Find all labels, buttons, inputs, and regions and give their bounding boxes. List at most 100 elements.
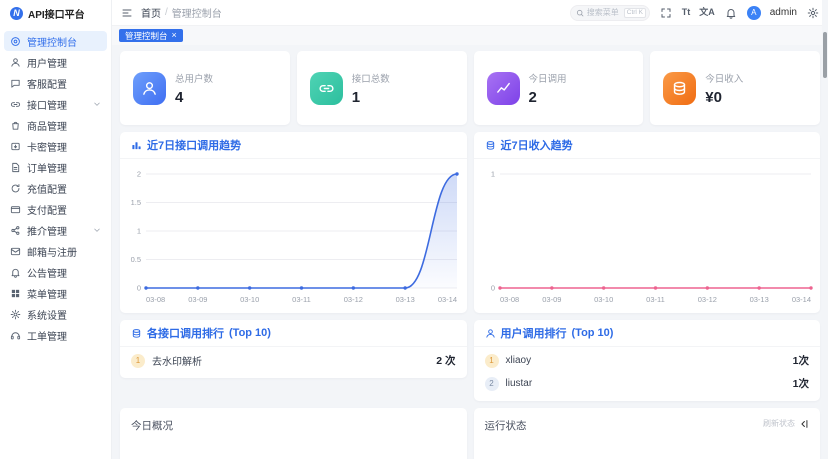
stat-label: 今日收入	[705, 71, 743, 85]
rank-name: 去水印解析	[152, 353, 202, 368]
stat-value: 4	[175, 89, 213, 106]
main-content: 总用户数4接口总数1今日调用2今日收入¥0 近7日接口调用趋势 00.511.5…	[112, 45, 828, 459]
grid-icon	[10, 288, 21, 299]
tab-label: 管理控制台	[125, 30, 168, 42]
svg-text:03-10: 03-10	[594, 295, 613, 304]
settings-gear-icon[interactable]	[806, 6, 820, 20]
svg-text:03-14: 03-14	[791, 295, 810, 304]
main-column: 首页 / 管理控制台 Ctrl K Tt 文A A admi	[112, 0, 828, 459]
sidebar-item-label: 菜单管理	[27, 286, 67, 301]
user-ranking-list: 1 xliaoy 1次2 liustar 1次	[474, 347, 821, 401]
rank-count: 2 次	[436, 353, 455, 368]
sidebar-item-1[interactable]: 用户管理	[4, 52, 107, 72]
stat-value: ¥0	[705, 89, 743, 106]
username[interactable]: admin	[770, 7, 797, 18]
sidebar-item-label: 系统设置	[27, 307, 67, 322]
rank-name: liustar	[506, 378, 533, 389]
svg-text:03-11: 03-11	[646, 295, 665, 304]
refresh-status-link[interactable]: 刷新状态	[763, 418, 795, 429]
calls-trend-card: 近7日接口调用趋势 00.511.5203-0803-0903-1003-110…	[120, 132, 467, 313]
bell-icon	[10, 267, 21, 278]
sidebar-item-label: 订单管理	[27, 160, 67, 175]
rankings-row: 各接口调用排行 (Top 10) 1去水印解析2 次 用户调用排行 (Top 1…	[120, 320, 820, 401]
svg-text:1: 1	[137, 227, 141, 236]
breadcrumb-current: 管理控制台	[172, 5, 222, 20]
rank-badge: 1	[131, 354, 145, 368]
sidebar-item-12[interactable]: 菜单管理	[4, 283, 107, 303]
pay-icon	[10, 204, 21, 215]
notification-bell-icon[interactable]	[724, 6, 738, 20]
chevron-down-icon	[93, 100, 101, 108]
svg-text:03-09: 03-09	[542, 295, 561, 304]
svg-text:03-08: 03-08	[146, 295, 165, 304]
sidebar-item-label: 用户管理	[27, 55, 67, 70]
fullscreen-icon[interactable]	[659, 6, 673, 20]
user-ranking-suffix: (Top 10)	[572, 327, 614, 339]
svg-text:03-13: 03-13	[749, 295, 768, 304]
translate-icon[interactable]: 文A	[699, 8, 715, 17]
app-title: API接口平台	[28, 6, 85, 21]
stat-label: 接口总数	[352, 71, 390, 85]
font-size-icon[interactable]: Tt	[682, 8, 691, 17]
sidebar-item-label: 公告管理	[27, 265, 67, 280]
sidebar-item-label: 支付配置	[27, 202, 67, 217]
sidebar-item-10[interactable]: 邮箱与注册	[4, 241, 107, 261]
sidebar-item-2[interactable]: 客服配置	[4, 73, 107, 93]
rank-badge: 2	[485, 377, 499, 391]
rank-count: 1次	[793, 376, 809, 391]
svg-text:0: 0	[137, 284, 141, 293]
app-window: N API接口平台 管理控制台用户管理客服配置接口管理商品管理卡密管理订单管理充…	[0, 0, 828, 459]
sidebar-item-11[interactable]: 公告管理	[4, 262, 107, 282]
chevron-down-icon	[93, 226, 101, 234]
calls-trend-title: 近7日接口调用趋势	[147, 137, 241, 153]
scrollbar[interactable]	[822, 0, 828, 459]
svg-text:03-09: 03-09	[188, 295, 207, 304]
breadcrumb-home[interactable]: 首页	[141, 5, 161, 20]
card-icon	[10, 141, 21, 152]
gear-icon	[10, 309, 21, 320]
sidebar: N API接口平台 管理控制台用户管理客服配置接口管理商品管理卡密管理订单管理充…	[0, 0, 112, 459]
stat-label: 今日调用	[529, 71, 567, 85]
tab-dashboard[interactable]: 管理控制台 ×	[119, 29, 183, 42]
logo-icon: N	[10, 7, 23, 20]
rank-row: 1 去水印解析 2 次	[131, 349, 456, 372]
app-logo[interactable]: N API接口平台	[0, 0, 111, 26]
recharge-icon	[10, 183, 21, 194]
dashboard-icon	[10, 36, 21, 47]
scrollbar-thumb[interactable]	[823, 32, 827, 78]
sidebar-item-6[interactable]: 订单管理	[4, 157, 107, 177]
stats-row: 总用户数4接口总数1今日调用2今日收入¥0	[120, 51, 820, 125]
sidebar-collapse-icon[interactable]	[120, 6, 134, 20]
svg-text:03-14: 03-14	[438, 295, 457, 304]
api-ranking-suffix: (Top 10)	[229, 327, 271, 339]
sidebar-item-14[interactable]: 工单管理	[4, 325, 107, 345]
breadcrumb: 首页 / 管理控制台	[141, 5, 222, 20]
sidebar-item-4[interactable]: 商品管理	[4, 115, 107, 135]
money-stat-icon	[663, 72, 696, 105]
sidebar-item-9[interactable]: 推介管理	[4, 220, 107, 240]
rank-row: 2 liustar 1次	[485, 372, 810, 395]
user-ranking-title: 用户调用排行	[501, 325, 567, 341]
api-ranking-card: 各接口调用排行 (Top 10) 1去水印解析2 次	[120, 320, 467, 378]
income-trend-card: 近7日收入趋势 0103-0803-0903-1003-1103-1203-13…	[474, 132, 821, 313]
sidebar-item-0[interactable]: 管理控制台	[4, 31, 107, 51]
sidebar-item-label: 卡密管理	[27, 139, 67, 154]
api-ranking-list: 1 去水印解析 2 次	[120, 347, 467, 378]
collapse-handle-icon[interactable]	[799, 419, 809, 429]
sidebar-item-3[interactable]: 接口管理	[4, 94, 107, 114]
sidebar-item-8[interactable]: 支付配置	[4, 199, 107, 219]
sidebar-item-5[interactable]: 卡密管理	[4, 136, 107, 156]
search-box[interactable]: Ctrl K	[570, 5, 650, 21]
avatar[interactable]: A	[747, 6, 761, 20]
svg-text:03-12: 03-12	[697, 295, 716, 304]
sidebar-item-13[interactable]: 系统设置	[4, 304, 107, 324]
stat-card-3: 今日收入 ¥0	[650, 51, 820, 125]
sidebar-item-7[interactable]: 充值配置	[4, 178, 107, 198]
sidebar-menu: 管理控制台用户管理客服配置接口管理商品管理卡密管理订单管理充值配置支付配置推介管…	[0, 26, 111, 351]
rank-name: xliaoy	[506, 355, 532, 366]
search-input[interactable]	[587, 8, 621, 17]
today-overview-card: 今日概况	[120, 408, 467, 459]
rank-badge: 1	[485, 354, 499, 368]
tab-close-icon[interactable]: ×	[172, 31, 177, 40]
tabbar: 管理控制台 ×	[112, 26, 828, 45]
